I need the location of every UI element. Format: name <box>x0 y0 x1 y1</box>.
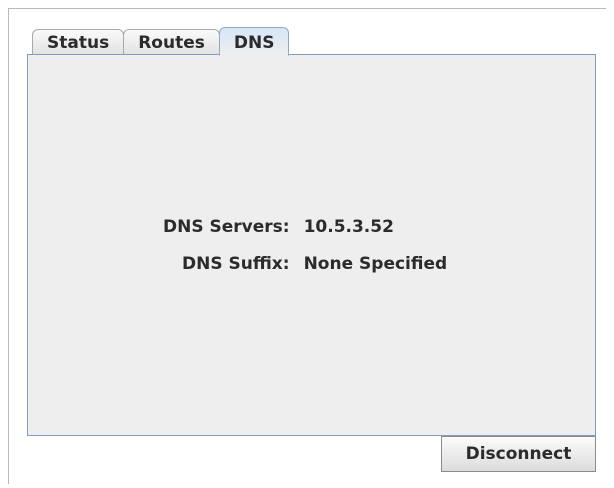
dns-tab-panel: DNS Servers: 10.5.3.52 DNS Suffix: None … <box>27 54 596 436</box>
disconnect-button[interactable]: Disconnect <box>441 436 596 472</box>
tab-dns[interactable]: DNS <box>218 27 290 56</box>
dns-info: DNS Servers: 10.5.3.52 DNS Suffix: None … <box>163 217 447 275</box>
tab-bar: Status Routes DNS <box>32 27 290 56</box>
dns-suffix-value: None Specified <box>303 254 448 274</box>
dns-servers-value: 10.5.3.52 <box>303 217 394 237</box>
dns-servers-label: DNS Servers: <box>163 217 290 237</box>
dns-suffix-label: DNS Suffix: <box>182 254 290 274</box>
tab-routes[interactable]: Routes <box>123 29 220 55</box>
tab-status[interactable]: Status <box>32 29 125 55</box>
